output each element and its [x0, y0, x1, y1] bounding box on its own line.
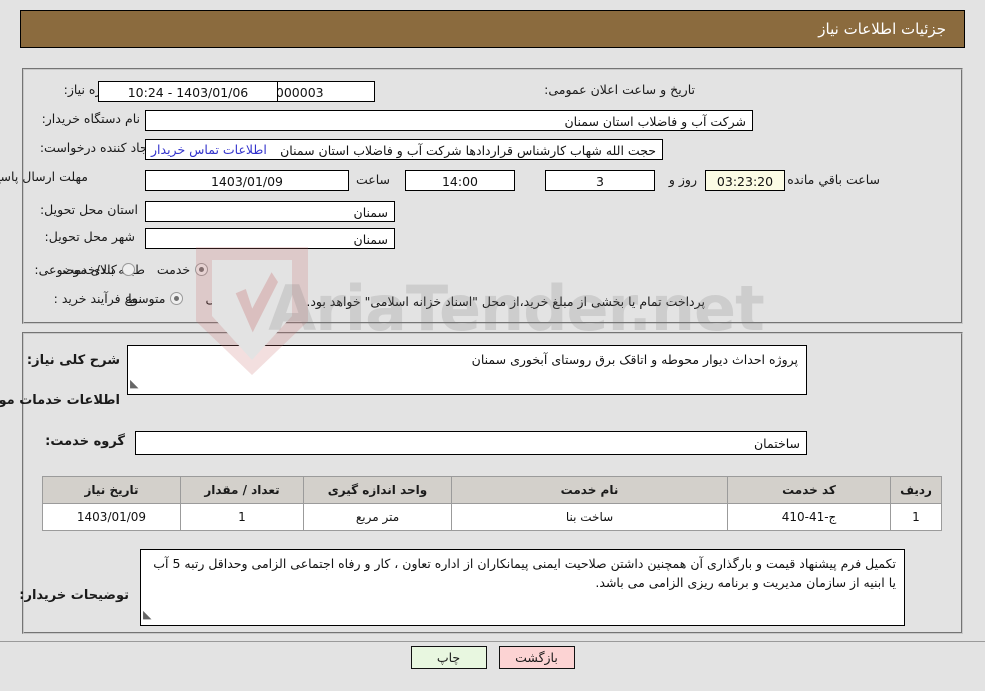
- countdown-label: ساعت باقي مانده: [787, 172, 880, 187]
- deadline-hour-label: ساعت: [355, 172, 390, 187]
- table-header-cell: تاریخ نیاز: [42, 476, 181, 504]
- process-radio-group: جزیی متوسط: [104, 291, 252, 306]
- process-option-0[interactable]: جزیی: [205, 291, 252, 306]
- summary-label: شرح کلی نیاز:: [26, 353, 120, 368]
- creator-label: ایجاد کننده درخواست:: [39, 140, 155, 155]
- deadline-label: مهلت ارسال پاسخ: تا تاریخ:: [0, 169, 88, 184]
- summary-value: پروژه احداث دیوار محوطه و اتاقک برق روست…: [471, 352, 798, 367]
- buyer-org-value: شرکت آب و فاضلاب استان سمنان: [145, 110, 753, 131]
- action-button-bar: بازگشت چاپ: [0, 646, 985, 669]
- summary-textarea[interactable]: پروژه احداث دیوار محوطه و اتاقک برق روست…: [127, 345, 807, 395]
- resize-grip-icon[interactable]: ◢: [143, 605, 151, 624]
- services-table: ردیف کد خدمت نام خدمت واحد اندازه گیری تعداد…: [42, 476, 942, 531]
- service-group-label: گروه خدمت:: [45, 434, 125, 449]
- remaining-days-label: روز و: [668, 172, 697, 187]
- radio-icon[interactable]: [252, 263, 265, 276]
- process-option-1[interactable]: متوسط: [126, 291, 184, 306]
- table-cell: متر مربع: [303, 503, 452, 531]
- radio-icon[interactable]: [170, 292, 184, 305]
- table-cell: ج-41-410: [727, 503, 891, 531]
- page-title: جزئیات اطلاعات نیاز: [20, 10, 965, 48]
- category-option-1[interactable]: خدمت: [156, 262, 209, 277]
- countdown-timer-value: 03:23:20: [705, 170, 785, 191]
- deadline-hour-value: 14:00: [405, 170, 515, 191]
- province-value: سمنان: [145, 201, 395, 222]
- deadline-date-value: 1403/01/09: [145, 170, 349, 191]
- buyer-notes-value: تکمیل فرم پیشنهاد قیمت و بارگذاری آن همچ…: [153, 556, 896, 590]
- radio-icon[interactable]: [121, 263, 135, 276]
- table-header-cell: ردیف: [890, 476, 942, 504]
- table-header-cell: تعداد / مقدار: [180, 476, 304, 504]
- process-option-label: متوسط: [126, 291, 166, 306]
- page-root: AriaTender.net جزئیات اطلاعات نیاز شماره…: [0, 0, 985, 691]
- need-info-panel: [22, 68, 963, 324]
- treasury-note: پرداخت تمام یا بخشی از مبلغ خرید،از محل …: [306, 294, 705, 309]
- footer-divider: [0, 641, 985, 642]
- category-radio-group: کالا خدمت کالا/خدمت: [40, 262, 265, 277]
- buyer-contact-link[interactable]: اطلاعات تماس خریدار: [151, 142, 267, 157]
- buyer-org-label: نام دستگاه خریدار:: [41, 111, 140, 126]
- category-option-2[interactable]: کالا/خدمت: [62, 262, 135, 277]
- resize-grip-icon[interactable]: ◢: [130, 374, 138, 393]
- radio-icon[interactable]: [195, 263, 209, 276]
- table-header-cell: واحد اندازه گیری: [303, 476, 452, 504]
- table-header-row: ردیف کد خدمت نام خدمت واحد اندازه گیری تعداد…: [42, 476, 942, 504]
- category-option-label: خدمت: [156, 262, 191, 277]
- table-cell: 1: [890, 503, 942, 531]
- city-value: سمنان: [145, 228, 395, 249]
- services-heading: اطلاعات خدمات مورد نیاز: [0, 393, 120, 408]
- province-label: استان محل تحویل:: [39, 202, 138, 217]
- process-option-label: جزیی: [205, 291, 234, 306]
- table-header-cell: کد خدمت: [727, 476, 891, 504]
- category-option-label: کالا: [230, 262, 247, 277]
- buyer-notes-label: توضیحات خریدار:: [19, 588, 129, 603]
- category-option-0[interactable]: کالا: [230, 262, 265, 277]
- category-option-label: کالا/خدمت: [62, 262, 117, 277]
- public-announce-value: 1403/01/06 - 10:24: [98, 81, 278, 102]
- buyer-notes-textarea[interactable]: تکمیل فرم پیشنهاد قیمت و بارگذاری آن همچ…: [140, 549, 905, 626]
- table-cell: 1: [180, 503, 304, 531]
- table-header-cell: نام خدمت: [451, 476, 728, 504]
- print-button[interactable]: چاپ: [410, 646, 487, 669]
- table-row[interactable]: 1 ج-41-410 ساخت بنا متر مربع 1 1403/01/09: [42, 503, 942, 531]
- remaining-days-value: 3: [545, 170, 655, 191]
- service-group-value: ساختمان: [135, 431, 807, 455]
- table-cell: ساخت بنا: [451, 503, 728, 531]
- table-cell: 1403/01/09: [42, 503, 181, 531]
- radio-icon[interactable]: [239, 292, 252, 305]
- city-label: شهر محل تحویل:: [44, 229, 135, 244]
- public-announce-label: تاریخ و ساعت اعلان عمومی:: [544, 82, 695, 97]
- back-button[interactable]: بازگشت: [498, 646, 575, 669]
